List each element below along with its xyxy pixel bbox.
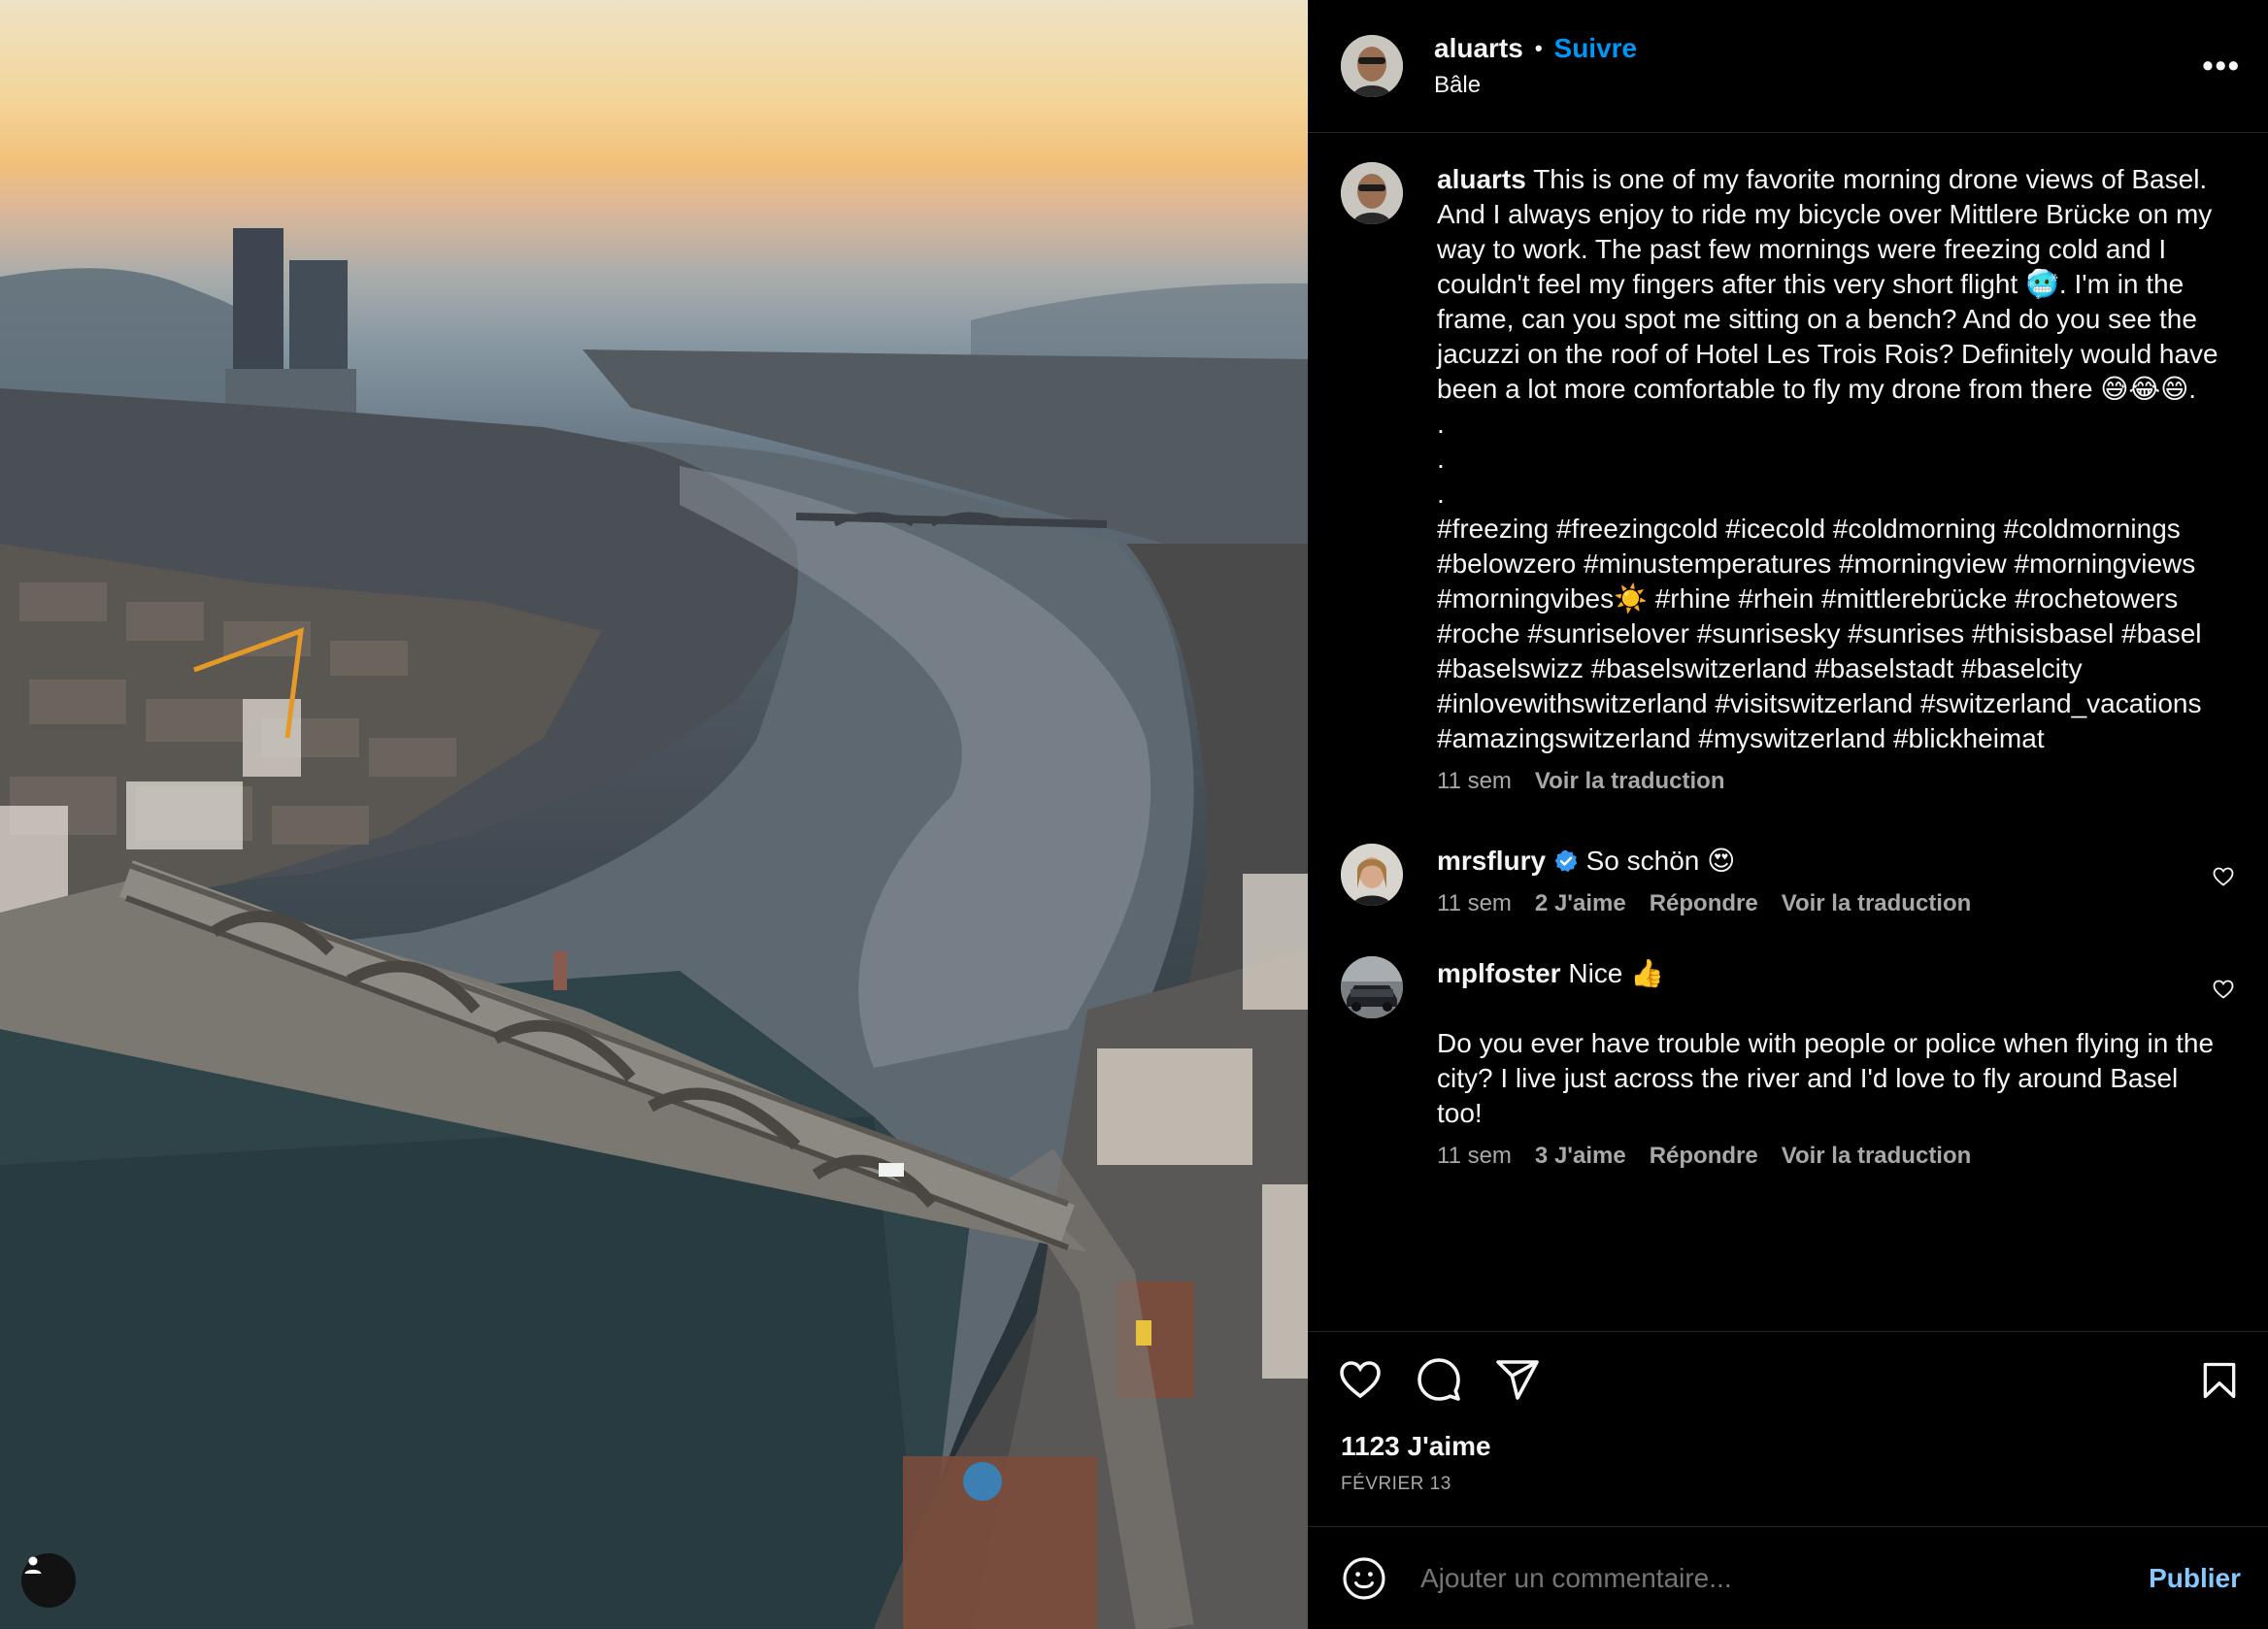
comment-button[interactable] (1416, 1356, 1462, 1403)
reply-button[interactable]: Répondre (1650, 1143, 1758, 1170)
comment-like-button[interactable] (2212, 865, 2235, 893)
reply-button[interactable]: Répondre (1650, 890, 1758, 917)
avatar-image (1341, 35, 1403, 97)
comment-item: mplfoster Nice 👍 Do you ever have troubl… (1341, 956, 2235, 1170)
likes-count[interactable]: 1123 J'aime (1341, 1431, 2235, 1462)
drone-photo-basel (0, 228, 1308, 1629)
caption-time[interactable]: 11 sem (1437, 768, 1512, 795)
share-button[interactable] (1494, 1356, 1541, 1403)
comment-likes[interactable]: 2 J'aime (1535, 890, 1626, 917)
caption-text: aluarts This is one of my favorite morni… (1437, 162, 2218, 756)
caption-body: This is one of my favorite morning drone… (1437, 164, 2218, 753)
follow-button[interactable]: Suivre (1554, 33, 1638, 64)
comment-item: mrsflury So schön 😍 11 sem 2 J'aime Répo… (1341, 844, 2235, 917)
save-button[interactable] (2198, 1359, 2241, 1407)
comment-avatar[interactable] (1341, 844, 1403, 906)
avatar-image (1341, 162, 1403, 224)
heart-icon (2213, 867, 2234, 886)
avatar-image (1341, 956, 1403, 1018)
comment-meta: 11 sem 3 J'aime Répondre Voir la traduct… (1437, 1143, 2218, 1170)
comment-like-button[interactable] (2212, 978, 2235, 1006)
avatar-image (1341, 844, 1403, 906)
comment-icon (1418, 1358, 1460, 1401)
heart-icon (2213, 980, 2234, 999)
post-sidebar: aluarts • Suivre Bâle ••• aluarts This i… (1308, 0, 2268, 1629)
comment-text: mplfoster Nice 👍 Do you ever have troubl… (1437, 956, 2218, 1131)
post-location[interactable]: Bâle (1434, 72, 1637, 99)
author-avatar[interactable] (1341, 35, 1403, 97)
more-icon[interactable]: ••• (2202, 49, 2241, 84)
comment-avatar[interactable] (1341, 956, 1403, 1018)
comment-time[interactable]: 11 sem (1437, 1143, 1512, 1170)
like-button[interactable] (1337, 1356, 1384, 1403)
caption-username[interactable]: aluarts (1437, 164, 1526, 194)
emoji-button[interactable] (1341, 1555, 1387, 1602)
comment-input[interactable] (1418, 1561, 2150, 1595)
tagged-users-button[interactable] (21, 1553, 76, 1608)
comment-translate-button[interactable]: Voir la traduction (1782, 890, 1972, 917)
separator-dot: • (1534, 36, 1543, 60)
comment-username[interactable]: mrsflury (1437, 846, 1546, 876)
post-header: aluarts • Suivre Bâle ••• (1308, 0, 2268, 133)
post-date[interactable]: FÉVRIER 13 (1341, 1474, 2235, 1495)
comment-time[interactable]: 11 sem (1437, 890, 1512, 917)
action-bar (1308, 1346, 2268, 1413)
comment-likes[interactable]: 3 J'aime (1535, 1143, 1626, 1170)
heart-icon (1340, 1361, 1381, 1399)
instagram-post-modal: aluarts • Suivre Bâle ••• aluarts This i… (0, 0, 2268, 1629)
user-icon (24, 1556, 42, 1574)
caption-translate-button[interactable]: Voir la traduction (1535, 768, 1725, 795)
comment-meta: 11 sem 2 J'aime Répondre Voir la traduct… (1437, 890, 2218, 917)
comments-list[interactable]: aluarts This is one of my favorite morni… (1308, 133, 2268, 1332)
emoji-icon (1343, 1556, 1385, 1600)
post-photo[interactable] (0, 0, 1308, 1629)
likes-section: 1123 J'aime FÉVRIER 13 (1308, 1413, 2268, 1495)
publish-button[interactable]: Publier (2149, 1563, 2241, 1594)
author-username[interactable]: aluarts (1434, 33, 1523, 64)
comment-composer: Publier (1308, 1526, 2268, 1629)
comment-username[interactable]: mplfoster (1437, 958, 1561, 988)
verified-badge-icon (1554, 849, 1578, 873)
send-icon (1496, 1360, 1539, 1400)
caption: aluarts This is one of my favorite morni… (1341, 162, 2235, 795)
comment-body: So schön 😍 (1585, 846, 1736, 876)
comment-translate-button[interactable]: Voir la traduction (1782, 1143, 1972, 1170)
caption-meta: 11 sem Voir la traduction (1437, 768, 2218, 795)
comment-text: mrsflury So schön 😍 (1437, 844, 2218, 879)
bookmark-icon (2203, 1362, 2236, 1399)
caption-avatar[interactable] (1341, 162, 1403, 224)
